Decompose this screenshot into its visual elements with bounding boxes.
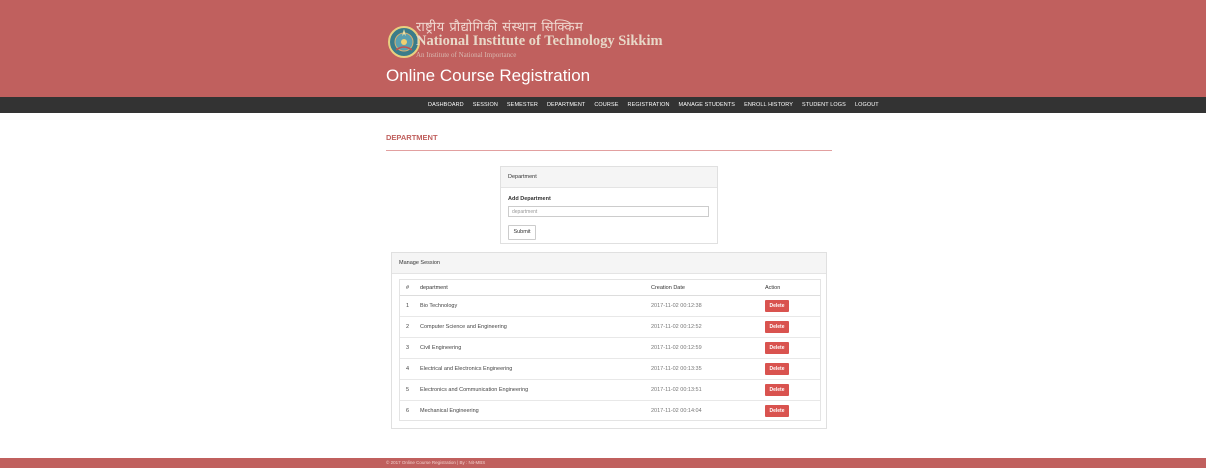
add-department-panel: Department Add Department department Sub… (500, 166, 718, 244)
creation-date: 2017-11-02 00:12:59 (651, 337, 765, 359)
row-number: 5 (400, 379, 420, 401)
nav-item-dashboard[interactable]: DASHBOARD (428, 102, 464, 108)
action-cell: Delete (765, 358, 820, 380)
department-input[interactable]: department (508, 206, 709, 217)
nav-item-manage-students[interactable]: MANAGE STUDENTS (679, 102, 736, 108)
column-header: Action (765, 280, 820, 296)
delete-button[interactable]: Delete (765, 384, 789, 396)
creation-date: 2017-11-02 00:14:04 (651, 400, 765, 421)
nav-item-logout[interactable]: LOGOUT (855, 102, 879, 108)
table-row: 1 Bio Technology 2017-11-02 00:12:38 Delete (400, 296, 820, 317)
delete-button[interactable]: Delete (765, 342, 789, 354)
department-name: Electrical and Electronics Engineering (420, 358, 651, 380)
department-table: # department Creation Date Action 1 Bio T… (400, 280, 820, 421)
table-row: 3 Civil Engineering 2017-11-02 00:12:59 Del… (400, 337, 820, 359)
table-row: 5 Electronics and Communication Engineeri… (400, 379, 820, 401)
delete-button[interactable]: Delete (765, 321, 789, 333)
table-header-row: # department Creation Date Action (400, 280, 820, 296)
nav-item-session[interactable]: SESSION (473, 102, 498, 108)
action-cell: Delete (765, 296, 820, 317)
action-cell: Delete (765, 400, 820, 421)
add-department-label: Add Department (508, 196, 551, 202)
header: राष्ट्रीय प्रौद्योगिकी संस्थान सिक्किम N… (0, 0, 1206, 97)
nav-menu: DASHBOARD SESSION SEMESTER DEPARTMENT COURSE… (428, 97, 879, 113)
delete-button[interactable]: Delete (765, 363, 789, 375)
nav-item-enroll-history[interactable]: ENROLL HISTORY (744, 102, 793, 108)
department-name: Computer Science and Engineering (420, 316, 651, 338)
institute-name: National Institute of Technology Sikkim (416, 33, 663, 49)
footer-copyright: © 2017 Online Course Registration | By :… (386, 460, 486, 465)
row-number: 4 (400, 358, 420, 380)
table-row: 2 Computer Science and Engineering 2017-11… (400, 316, 820, 338)
creation-date: 2017-11-02 00:13:51 (651, 379, 765, 401)
creation-date: 2017-11-02 00:13:35 (651, 358, 765, 380)
manage-session-panel: Manage Session # department Creation Dat… (391, 252, 827, 429)
nav-item-registration[interactable]: REGISTRATION (628, 102, 670, 108)
delete-button[interactable]: Delete (765, 405, 789, 417)
main-navbar: DASHBOARD SESSION SEMESTER DEPARTMENT COURSE… (0, 97, 1206, 113)
creation-date: 2017-11-02 00:12:38 (651, 303, 702, 309)
nav-item-department[interactable]: DEPARTMENT (547, 102, 585, 108)
panel-heading: Department (501, 167, 717, 188)
creation-date: 2017-11-02 00:12:52 (651, 316, 765, 338)
app-title: Online Course Registration (386, 66, 591, 85)
nav-item-semester[interactable]: SEMESTER (507, 102, 538, 108)
submit-button[interactable]: Submit (508, 225, 536, 240)
table-row: 4 Electrical and Electronics Engineering 2… (400, 358, 820, 380)
heading-divider (386, 150, 832, 151)
row-number: 3 (400, 337, 420, 359)
column-header: # (400, 280, 420, 296)
footer: © 2017 Online Course Registration | By :… (0, 458, 1206, 468)
department-name: Mechanical Engineering (420, 400, 651, 421)
row-number: 6 (400, 400, 420, 421)
department-name: Electronics and Communication Engineerin… (420, 379, 651, 401)
department-table-container: # department Creation Date Action 1 Bio T… (399, 279, 821, 421)
delete-button[interactable]: Delete (765, 300, 789, 312)
column-header: Creation Date (651, 280, 765, 296)
action-cell: Delete (765, 379, 820, 401)
nav-item-student-logs[interactable]: STUDENT LOGS (802, 102, 846, 108)
department-name: Civil Engineering (420, 337, 651, 359)
action-cell: Delete (765, 337, 820, 359)
action-cell: Delete (765, 316, 820, 338)
panel-heading: Manage Session (392, 253, 826, 274)
column-header: department (420, 280, 651, 296)
row-number: 1 (406, 303, 410, 309)
department-name: Bio Technology (420, 303, 458, 309)
institute-subtitle: An Institute of National Importance (416, 51, 517, 59)
nav-item-course[interactable]: COURSE (594, 102, 618, 108)
row-number: 2 (400, 316, 420, 338)
table-row: 6 Mechanical Engineering 2017-11-02 00:14:… (400, 400, 820, 421)
page-title: DEPARTMENT (386, 133, 438, 142)
